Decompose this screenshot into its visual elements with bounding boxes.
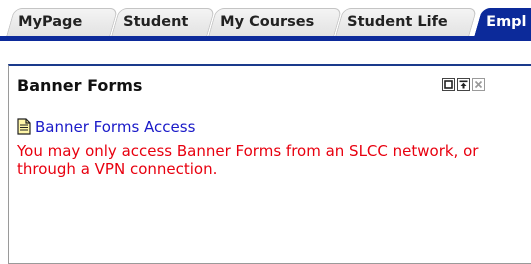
vpn-notice: You may only access Banner Forms from an… bbox=[17, 142, 479, 178]
restore-icon[interactable] bbox=[442, 78, 455, 91]
portlet-title: Banner Forms bbox=[17, 76, 143, 95]
close-icon[interactable] bbox=[472, 78, 485, 91]
banner-forms-access-link[interactable]: Banner Forms Access bbox=[35, 118, 195, 136]
tab-employee[interactable]: Empl bbox=[474, 8, 531, 37]
tab-mypage-label: MyPage bbox=[18, 14, 83, 30]
tab-student-life[interactable]: Student Life bbox=[335, 8, 478, 37]
tab-mypage[interactable]: MyPage bbox=[6, 8, 119, 37]
tab-bar: MyPage Student My Courses Student Life E… bbox=[0, 0, 531, 41]
tab-my-courses[interactable]: My Courses bbox=[208, 8, 343, 37]
tab-underline bbox=[0, 36, 531, 41]
maximize-icon[interactable] bbox=[457, 78, 470, 91]
tab-student-label: Student bbox=[123, 14, 189, 30]
tab-student-life-label: Student Life bbox=[347, 14, 448, 30]
document-icon bbox=[17, 118, 31, 135]
banner-forms-portlet: Banner Forms Banner Forms Access You may… bbox=[8, 64, 531, 264]
tab-employee-label: Empl bbox=[486, 14, 527, 30]
tab-my-courses-label: My Courses bbox=[220, 14, 315, 30]
tab-student[interactable]: Student bbox=[111, 8, 216, 37]
